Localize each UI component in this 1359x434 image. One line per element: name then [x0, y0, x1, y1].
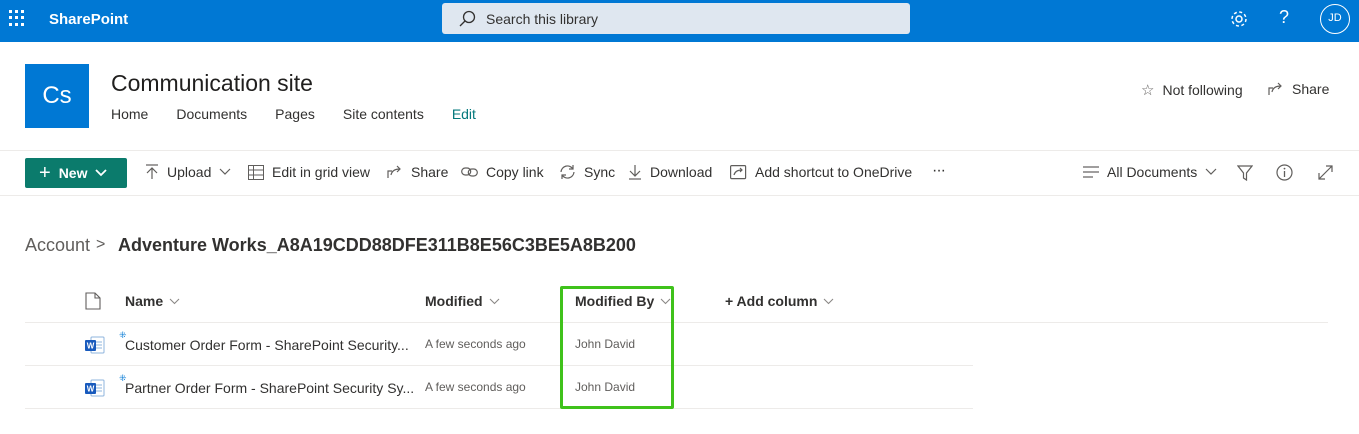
download-label: Download: [650, 164, 713, 180]
edit-grid-view-button[interactable]: Edit in grid view: [248, 164, 370, 180]
breadcrumb-current: Adventure Works_A8A19CDD88DFE311B8E56C3B…: [118, 235, 636, 255]
app-launcher-icon[interactable]: [8, 9, 26, 27]
onedrive-shortcut-icon: [730, 164, 747, 179]
filter-icon[interactable]: [1237, 165, 1253, 181]
follow-button[interactable]: ☆ Not following: [1141, 81, 1243, 99]
upload-label: Upload: [167, 164, 212, 180]
chevron-down-icon: [1205, 168, 1217, 175]
copy-link-button[interactable]: Copy link: [461, 164, 544, 180]
suite-bar: SharePoint Search this library ? JD: [0, 0, 1359, 42]
site-share-label: Share: [1292, 81, 1330, 97]
add-column-label: + Add column: [725, 293, 818, 309]
row-divider: [25, 408, 973, 409]
expand-icon[interactable]: [1318, 165, 1333, 180]
svg-text:W: W: [87, 342, 95, 351]
commandbar-divider: [0, 195, 1359, 196]
chevron-down-icon: [169, 298, 180, 304]
edit-grid-label: Edit in grid view: [272, 164, 371, 180]
brand-name[interactable]: SharePoint: [49, 11, 128, 28]
file-modified: A few seconds ago: [425, 380, 526, 394]
star-icon: ☆: [1141, 82, 1155, 99]
header-divider: [0, 150, 1359, 151]
modified-by-highlight-box: [560, 286, 674, 409]
breadcrumb-separator-icon: >: [96, 236, 106, 253]
list-view-icon: [1083, 166, 1099, 178]
share-button[interactable]: Share: [387, 164, 448, 180]
word-doc-icon: W: [85, 379, 105, 397]
file-name-link[interactable]: Partner Order Form - SharePoint Security…: [125, 380, 414, 396]
column-header-modified[interactable]: Modified: [425, 293, 500, 309]
nav-edit-link[interactable]: Edit: [452, 106, 476, 122]
search-box[interactable]: Search this library: [442, 3, 910, 34]
view-switcher[interactable]: All Documents: [1083, 164, 1225, 180]
column-modified-label: Modified: [425, 293, 483, 309]
new-label: New: [58, 165, 88, 181]
search-input[interactable]: Search this library: [486, 11, 598, 27]
add-shortcut-label: Add shortcut to OneDrive: [755, 164, 913, 180]
share-label: Share: [411, 164, 449, 180]
new-button[interactable]: + New: [25, 158, 127, 188]
file-modified: A few seconds ago: [425, 337, 526, 351]
table-row[interactable]: W ⁜ Partner Order Form - SharePoint Secu…: [0, 366, 1359, 408]
add-shortcut-button[interactable]: Add shortcut to OneDrive: [730, 164, 912, 180]
nav-home[interactable]: Home: [111, 106, 148, 122]
nav-site-contents[interactable]: Site contents: [343, 106, 424, 122]
file-type-icon[interactable]: [85, 292, 101, 310]
info-icon[interactable]: [1276, 164, 1293, 181]
breadcrumb-root[interactable]: Account: [25, 235, 90, 256]
chevron-down-icon: [95, 169, 108, 177]
chevron-down-icon: [824, 298, 834, 304]
add-column-button[interactable]: + Add column: [725, 293, 834, 309]
svg-text:W: W: [87, 385, 95, 394]
site-navigation: Home Documents Pages Site contents Edit: [111, 106, 504, 122]
grid-icon: [248, 164, 264, 180]
site-share-button[interactable]: Share: [1268, 81, 1329, 97]
share-icon: [1268, 82, 1282, 95]
search-icon: [459, 10, 476, 27]
column-name-label: Name: [125, 293, 164, 309]
site-logo[interactable]: Cs: [25, 64, 89, 128]
sync-label: Sync: [584, 164, 616, 180]
site-title[interactable]: Communication site: [111, 70, 313, 97]
help-icon[interactable]: ?: [1279, 7, 1289, 28]
download-arrow-icon: [629, 165, 641, 180]
file-name-link[interactable]: Customer Order Form - SharePoint Securit…: [125, 337, 409, 353]
plus-icon: +: [39, 162, 51, 184]
user-avatar[interactable]: JD: [1320, 4, 1350, 34]
table-row[interactable]: W ⁜ Customer Order Form - SharePoint Sec…: [0, 323, 1359, 365]
upload-button[interactable]: Upload: [145, 164, 239, 180]
follow-label: Not following: [1162, 82, 1243, 98]
share-icon: [387, 165, 401, 178]
sync-icon: [560, 165, 575, 179]
nav-pages[interactable]: Pages: [275, 106, 315, 122]
chevron-down-icon: [489, 298, 499, 304]
word-doc-icon: W: [85, 336, 105, 354]
column-header-name[interactable]: Name: [125, 293, 180, 309]
chevron-down-icon: [219, 168, 231, 175]
sync-button[interactable]: Sync: [559, 164, 615, 180]
copy-link-label: Copy link: [486, 164, 544, 180]
more-options-icon[interactable]: ···: [932, 162, 946, 180]
download-button[interactable]: Download: [628, 164, 712, 180]
nav-documents[interactable]: Documents: [176, 106, 247, 122]
settings-gear-icon[interactable]: [1228, 8, 1250, 30]
upload-arrow-icon: [146, 164, 158, 179]
link-icon: [461, 167, 478, 177]
view-label: All Documents: [1107, 164, 1198, 180]
